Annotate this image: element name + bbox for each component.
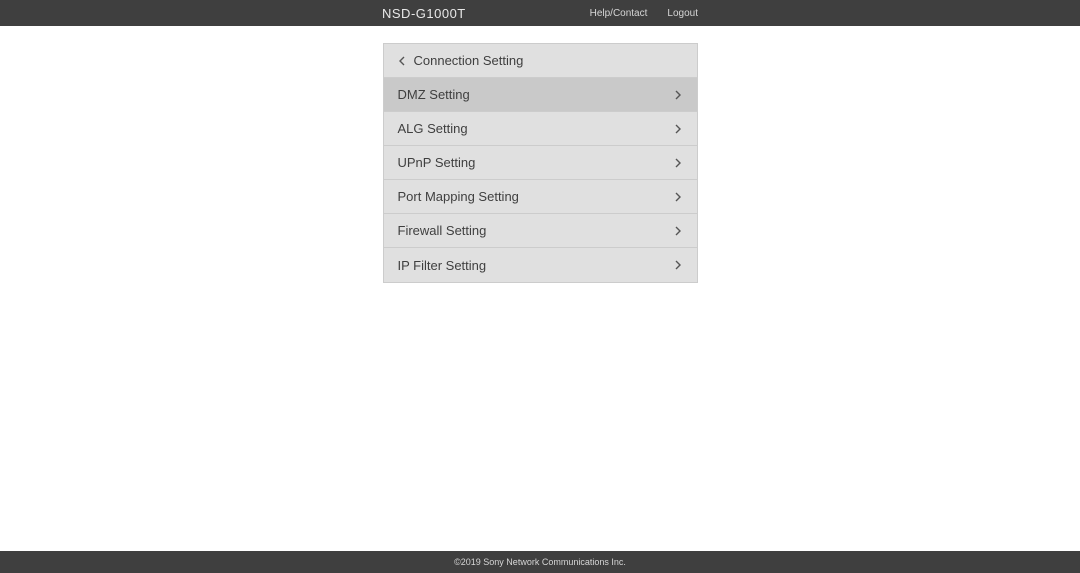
menu-item-port-mapping-setting[interactable]: Port Mapping Setting	[384, 180, 697, 214]
footer-bar: ©2019 Sony Network Communications Inc.	[0, 551, 1080, 573]
back-arrow-icon	[398, 56, 408, 66]
menu-item-label: ALG Setting	[398, 121, 468, 136]
top-bar: NSD-G1000T Help/Contact Logout	[0, 0, 1080, 26]
chevron-right-icon	[675, 225, 683, 237]
settings-panel: Connection Setting DMZ Setting ALG Setti…	[383, 43, 698, 283]
menu-item-upnp-setting[interactable]: UPnP Setting	[384, 146, 697, 180]
chevron-right-icon	[675, 259, 683, 271]
panel-title: Connection Setting	[414, 53, 524, 68]
menu-item-label: Port Mapping Setting	[398, 189, 519, 204]
menu-item-dmz-setting[interactable]: DMZ Setting	[384, 78, 697, 112]
menu-item-firewall-setting[interactable]: Firewall Setting	[384, 214, 697, 248]
help-contact-link[interactable]: Help/Contact	[590, 8, 648, 19]
menu-item-label: Firewall Setting	[398, 223, 487, 238]
chevron-right-icon	[675, 157, 683, 169]
chevron-right-icon	[675, 89, 683, 101]
main-area: Connection Setting DMZ Setting ALG Setti…	[0, 26, 1080, 551]
menu-item-label: DMZ Setting	[398, 87, 470, 102]
chevron-right-icon	[675, 123, 683, 135]
menu-item-label: IP Filter Setting	[398, 258, 487, 273]
menu-item-label: UPnP Setting	[398, 155, 476, 170]
menu-item-alg-setting[interactable]: ALG Setting	[384, 112, 697, 146]
top-bar-links: Help/Contact Logout	[590, 8, 698, 19]
logout-link[interactable]: Logout	[667, 8, 698, 19]
footer-copyright: ©2019 Sony Network Communications Inc.	[454, 557, 626, 567]
chevron-right-icon	[675, 191, 683, 203]
menu-item-ip-filter-setting[interactable]: IP Filter Setting	[384, 248, 697, 282]
panel-back-header[interactable]: Connection Setting	[384, 44, 697, 78]
brand-label: NSD-G1000T	[382, 6, 466, 21]
